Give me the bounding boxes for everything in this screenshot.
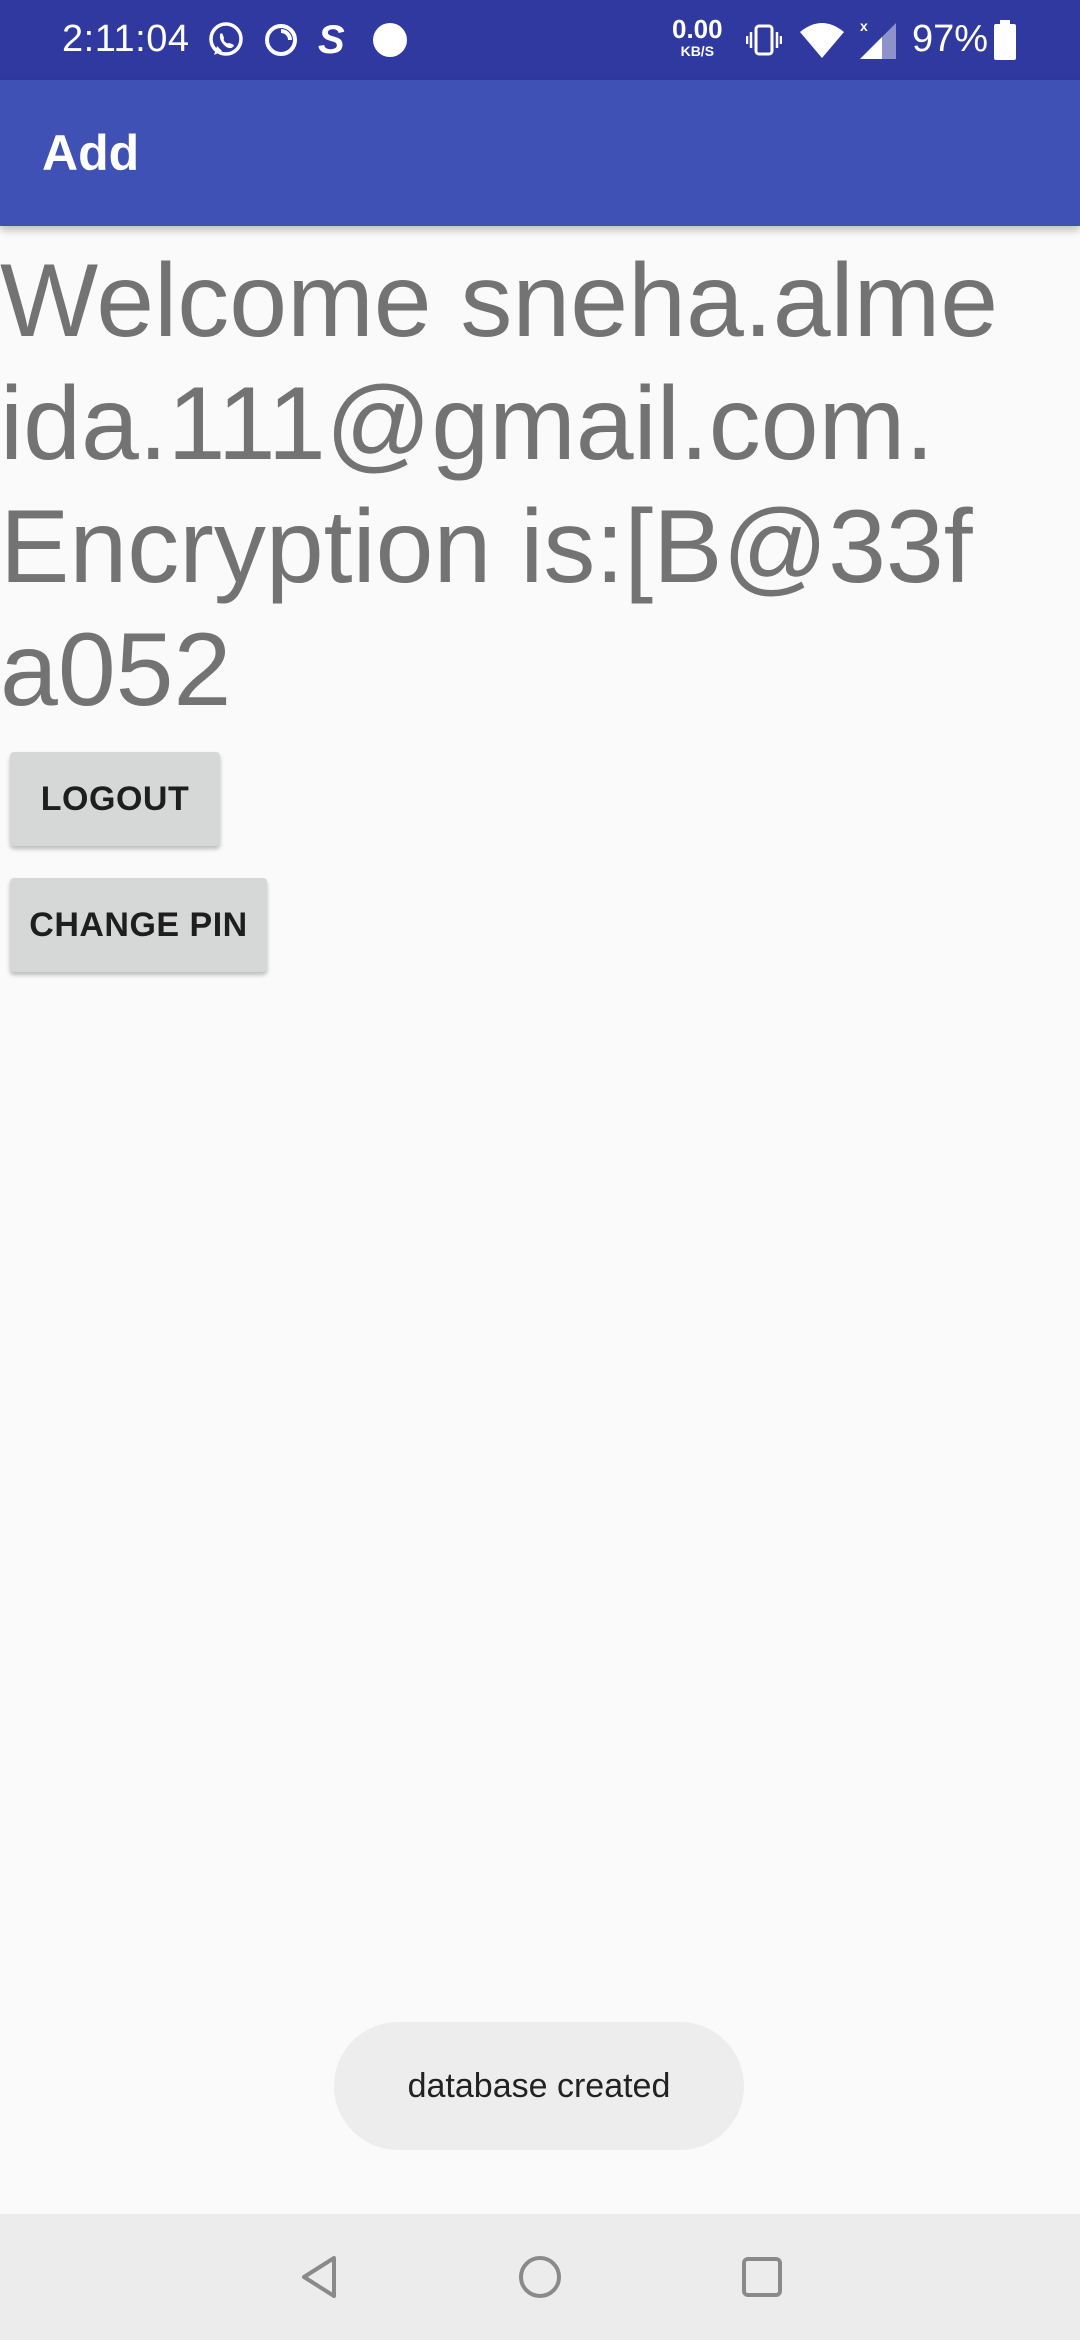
back-icon[interactable]	[296, 2252, 346, 2302]
logout-button[interactable]: LOGOUT	[10, 752, 220, 846]
s-app-icon: S	[318, 17, 345, 62]
net-speed-value: 0.00	[672, 14, 723, 44]
wifi-icon	[798, 18, 846, 62]
battery-percent: 97%	[912, 18, 989, 60]
signal-icon: x	[856, 18, 898, 62]
app-bar: Add	[0, 80, 1080, 226]
recents-icon[interactable]	[737, 2252, 787, 2302]
welcome-message: Welcome sneha.almeida.111@gmail.com. Enc…	[0, 243, 999, 728]
net-speed-unit: KB/S	[680, 43, 715, 59]
home-icon[interactable]	[515, 2252, 565, 2302]
status-bar: 2:11:04 S 0.00 KB/S x 97%	[0, 0, 1080, 80]
svg-text:x: x	[860, 19, 868, 34]
dot-icon	[372, 18, 408, 62]
net-speed: 0.00 KB/S	[672, 16, 723, 58]
status-time: 2:11:04	[62, 18, 190, 60]
battery-icon	[994, 18, 1016, 62]
navigation-bar	[0, 2214, 1080, 2340]
page-title: Add	[42, 125, 140, 181]
vibrate-icon	[746, 18, 782, 62]
change-pin-button[interactable]: CHANGE PIN	[10, 878, 267, 972]
whatsapp-icon	[206, 18, 246, 62]
sync-icon	[262, 18, 300, 62]
toast-message: database created	[334, 2022, 744, 2150]
